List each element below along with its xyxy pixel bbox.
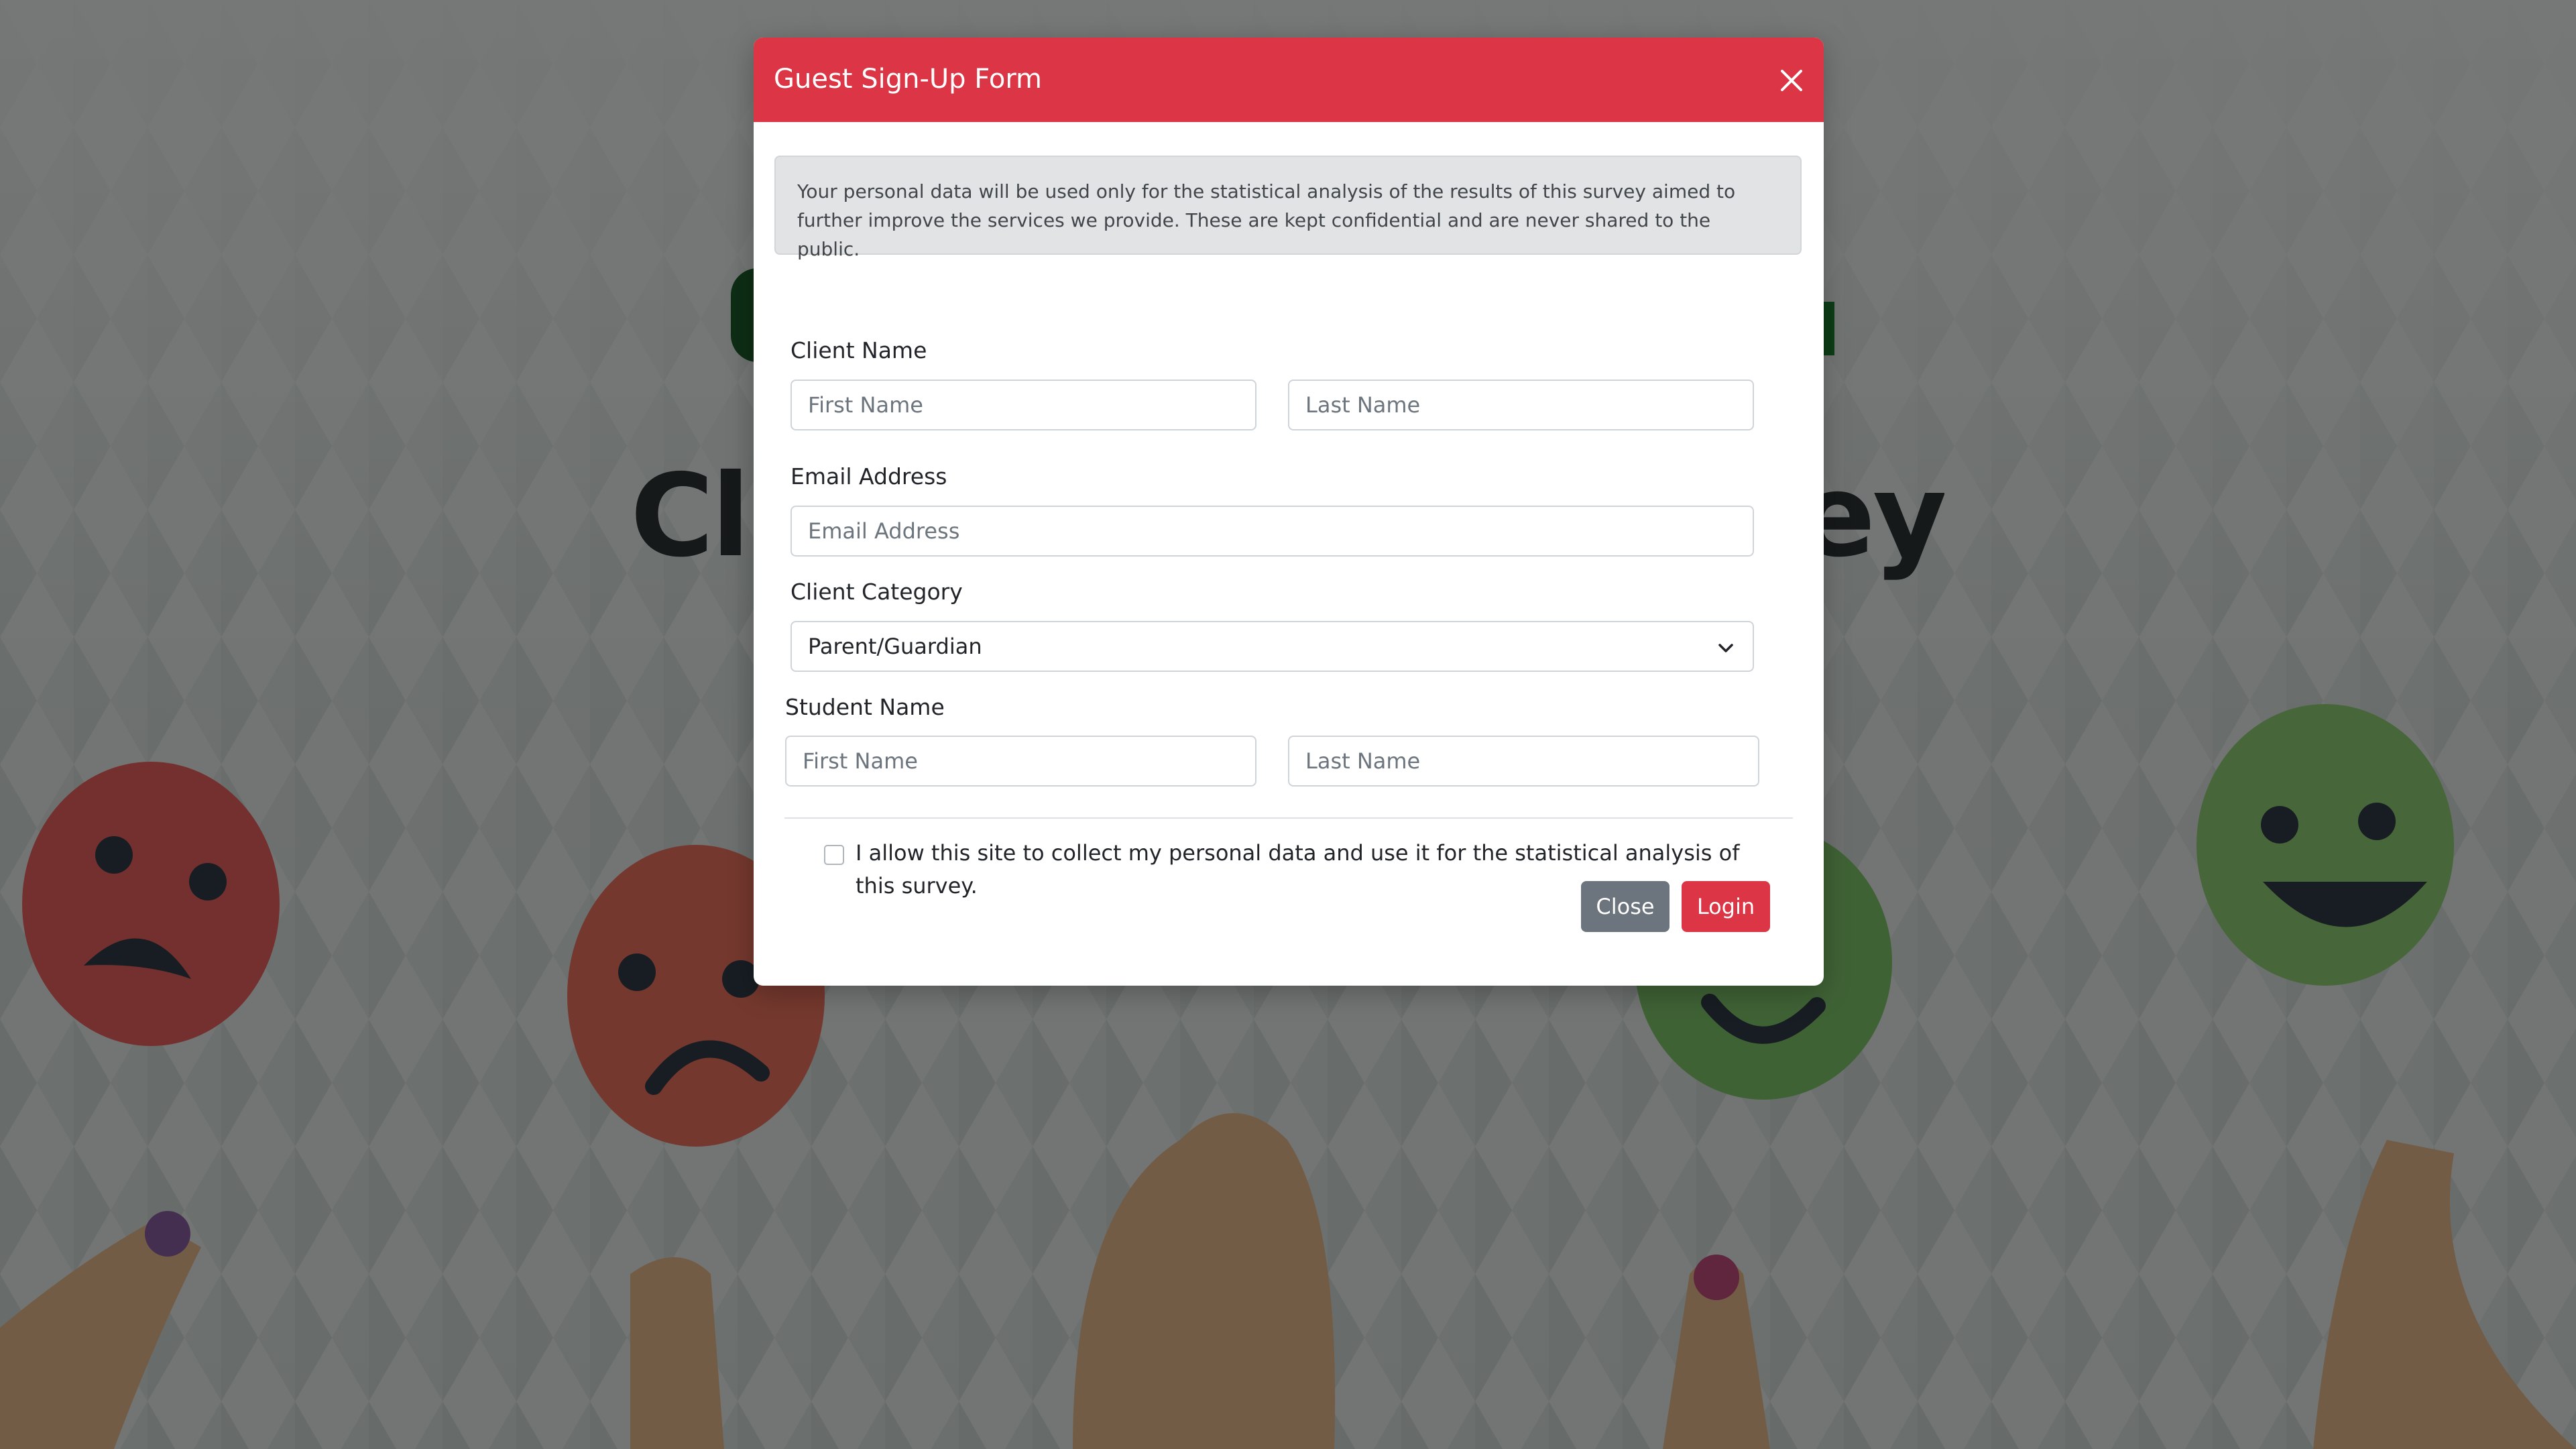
close-button[interactable]: Close [1581, 881, 1670, 932]
client-category-select[interactable]: Parent/Guardian [791, 621, 1754, 672]
login-button[interactable]: Login [1682, 881, 1770, 932]
page: Cli ey [0, 0, 2576, 1449]
client-category-label: Client Category [791, 579, 963, 605]
form-divider [784, 817, 1793, 819]
consent-checkbox[interactable] [824, 845, 844, 865]
email-input[interactable] [791, 506, 1754, 557]
modal-title: Guest Sign-Up Form [774, 64, 1043, 95]
client-last-name-input[interactable] [1288, 380, 1754, 430]
close-icon[interactable] [1777, 66, 1806, 95]
privacy-notice: Your personal data will be used only for… [774, 156, 1802, 260]
email-label: Email Address [791, 463, 947, 489]
student-last-name-input[interactable] [1288, 736, 1759, 787]
client-category-value: Parent/Guardian [808, 634, 982, 659]
modal-header: Guest Sign-Up Form [754, 38, 1824, 122]
student-first-name-input[interactable] [785, 736, 1256, 787]
chevron-down-icon [1718, 644, 1733, 652]
client-first-name-input[interactable] [791, 380, 1256, 430]
client-name-label: Client Name [791, 337, 927, 363]
guest-signup-modal: Guest Sign-Up Form Your personal data wi… [754, 38, 1824, 986]
student-name-label: Student Name [785, 694, 945, 720]
